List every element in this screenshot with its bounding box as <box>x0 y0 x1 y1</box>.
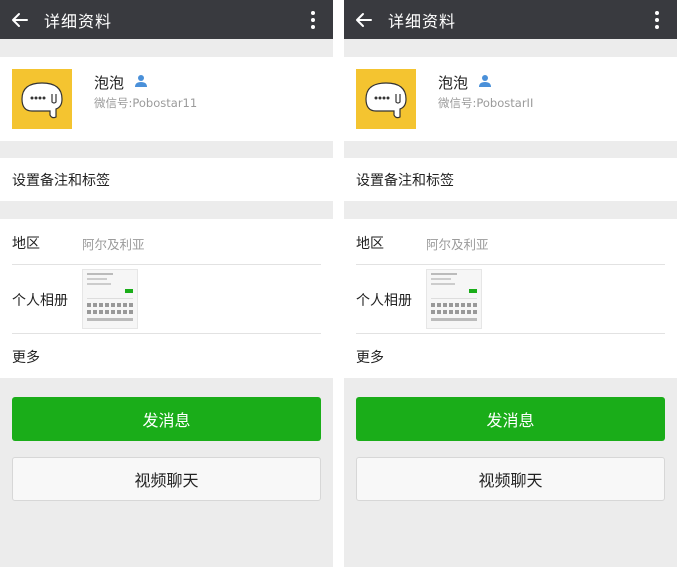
album-label: 个人相册 <box>12 293 68 309</box>
avatar[interactable] <box>12 69 72 129</box>
divider <box>12 264 321 265</box>
region-label: 地区 <box>12 236 40 252</box>
more-row[interactable]: 更多 <box>0 347 333 367</box>
profile-screen-right: 详细资料 泡泡 微信号:PobostarII 设置备注和标签 地区 阿尔及利亚 … <box>344 0 677 567</box>
album-row[interactable]: 个人相册 <box>344 290 677 310</box>
arrow-left-icon[interactable] <box>344 0 384 39</box>
send-message-button[interactable]: 发消息 <box>12 397 321 441</box>
person-icon <box>478 73 492 87</box>
top-bar: 详细资料 <box>344 0 677 39</box>
remark-label: 设置备注和标签 <box>356 172 454 189</box>
more-row[interactable]: 更多 <box>344 347 677 367</box>
arrow-left-icon[interactable] <box>0 0 40 39</box>
set-remark-and-tag-row[interactable]: 设置备注和标签 <box>0 158 333 201</box>
divider <box>12 333 321 334</box>
divider <box>356 333 665 334</box>
video-chat-button[interactable]: 视频聊天 <box>12 457 321 501</box>
send-message-button[interactable]: 发消息 <box>356 397 665 441</box>
region-row: 地区 阿尔及利亚 <box>0 233 333 253</box>
wechat-id: 微信号:Pobostar11 <box>94 96 198 110</box>
more-vertical-icon[interactable] <box>649 9 665 31</box>
page-title: 详细资料 <box>388 11 457 31</box>
more-vertical-icon[interactable] <box>305 9 321 31</box>
comparison-screens: 详细资料 泡泡 微信号:Pobostar11 设置备注和标签 地区 阿尔及利亚 … <box>0 0 678 567</box>
remark-label: 设置备注和标签 <box>12 172 110 189</box>
contact-name: 泡泡 <box>94 74 125 92</box>
video-chat-button[interactable]: 视频聊天 <box>356 457 665 501</box>
album-label: 个人相册 <box>356 293 412 309</box>
more-label: 更多 <box>356 350 384 366</box>
divider <box>356 264 665 265</box>
region-value: 阿尔及利亚 <box>82 237 145 252</box>
region-row: 地区 阿尔及利亚 <box>344 233 677 253</box>
profile-card: 泡泡 微信号:Pobostar11 <box>0 57 333 141</box>
page-title: 详细资料 <box>44 11 113 31</box>
album-row[interactable]: 个人相册 <box>0 290 333 310</box>
info-block: 地区 阿尔及利亚 个人相册 更多 <box>0 219 333 378</box>
more-label: 更多 <box>12 350 40 366</box>
set-remark-and-tag-row[interactable]: 设置备注和标签 <box>344 158 677 201</box>
region-value: 阿尔及利亚 <box>426 237 489 252</box>
wechat-id: 微信号:PobostarII <box>438 96 534 110</box>
avatar[interactable] <box>356 69 416 129</box>
album-thumbnail[interactable] <box>82 269 138 329</box>
region-label: 地区 <box>356 236 384 252</box>
contact-name: 泡泡 <box>438 74 469 92</box>
profile-card: 泡泡 微信号:PobostarII <box>344 57 677 141</box>
info-block: 地区 阿尔及利亚 个人相册 更多 <box>344 219 677 378</box>
profile-screen-left: 详细资料 泡泡 微信号:Pobostar11 设置备注和标签 地区 阿尔及利亚 … <box>0 0 333 567</box>
top-bar: 详细资料 <box>0 0 333 39</box>
person-icon <box>134 73 148 87</box>
album-thumbnail[interactable] <box>426 269 482 329</box>
